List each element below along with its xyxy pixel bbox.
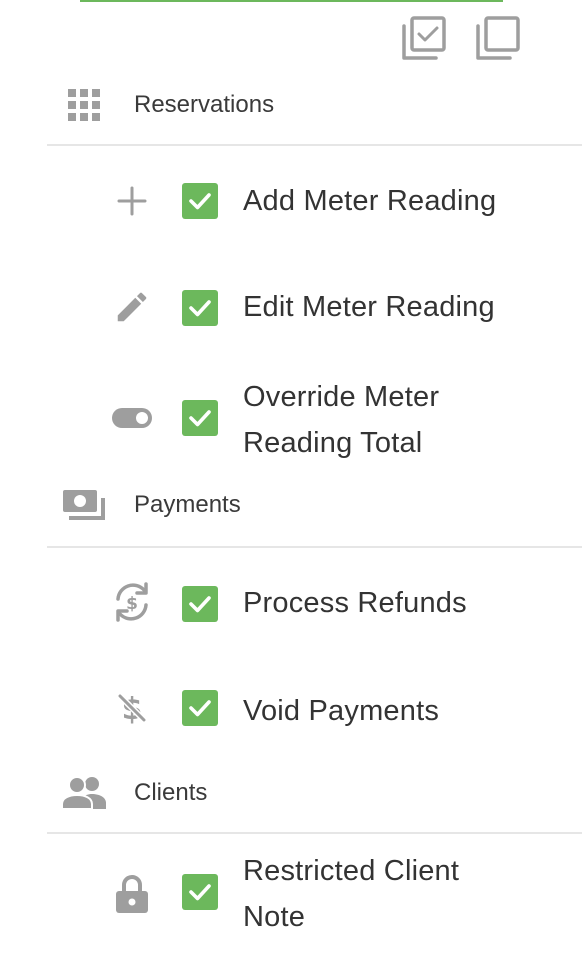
lock-icon [110, 872, 154, 916]
permission-label: Add Meter Reading [243, 185, 497, 217]
grid-icon [60, 85, 108, 125]
permission-row-add-meter-reading: Add Meter Reading [0, 178, 582, 224]
cash-icon [60, 485, 108, 525]
plus-icon [110, 179, 154, 223]
permission-label: Override Meter Reading Total [243, 381, 440, 459]
permission-checkbox[interactable] [182, 586, 218, 622]
section-header-payments: Payments [0, 480, 582, 530]
section-title: Clients [134, 779, 208, 806]
section-header-clients: Clients [0, 768, 582, 818]
svg-text:$: $ [126, 594, 138, 614]
permission-checkbox[interactable] [182, 290, 218, 326]
section-title: Payments [134, 491, 241, 518]
permission-row-process-refunds: $ Process Refunds [0, 580, 582, 626]
uncheck-all-icon[interactable] [474, 14, 522, 62]
section-header-reservations: Reservations [0, 80, 582, 130]
permission-checkbox[interactable] [182, 874, 218, 910]
permission-row-restricted-client-note: Restricted Client Note [0, 848, 582, 940]
toggle-icon [110, 396, 154, 440]
permission-checkbox[interactable] [182, 690, 218, 726]
divider [47, 832, 582, 834]
divider [47, 144, 582, 146]
divider [47, 546, 582, 548]
refund-icon: $ [110, 580, 154, 624]
permission-label: Restricted Client Note [243, 855, 460, 933]
pencil-icon [110, 285, 154, 329]
permission-label: Void Payments [243, 695, 440, 727]
money-off-icon: $ [110, 686, 154, 730]
permission-checkbox[interactable] [182, 400, 218, 436]
section-title: Reservations [134, 91, 275, 118]
people-icon [60, 773, 108, 813]
permission-checkbox[interactable] [182, 183, 218, 219]
permission-label: Process Refunds [243, 587, 467, 619]
top-accent-line [80, 0, 503, 2]
permission-label: Edit Meter Reading [243, 291, 495, 323]
permission-row-void-payments: $ Void Payments [0, 688, 582, 734]
permission-row-override-meter-reading-total: Override Meter Reading Total [0, 374, 582, 466]
check-all-icon[interactable] [400, 14, 448, 62]
permission-row-edit-meter-reading: Edit Meter Reading [0, 284, 582, 330]
